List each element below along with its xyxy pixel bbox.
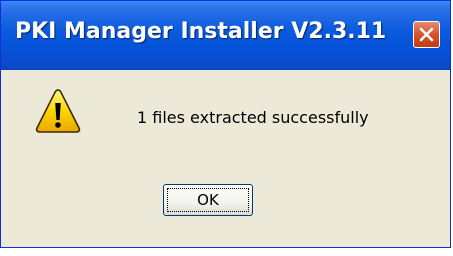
close-icon xyxy=(419,27,434,42)
ok-button[interactable]: OK xyxy=(163,184,253,216)
window-title: PKI Manager Installer V2.3.11 xyxy=(15,19,387,44)
close-button[interactable] xyxy=(413,21,440,48)
title-bar[interactable]: PKI Manager Installer V2.3.11 xyxy=(1,1,450,70)
status-message: 1 files extracted successfully xyxy=(137,108,369,127)
ok-button-label: OK xyxy=(167,188,249,212)
dialog-body: 1 files extracted successfully OK xyxy=(1,70,450,247)
warning-icon xyxy=(35,89,81,133)
installer-dialog: PKI Manager Installer V2.3.11 1 files ex… xyxy=(0,0,451,248)
